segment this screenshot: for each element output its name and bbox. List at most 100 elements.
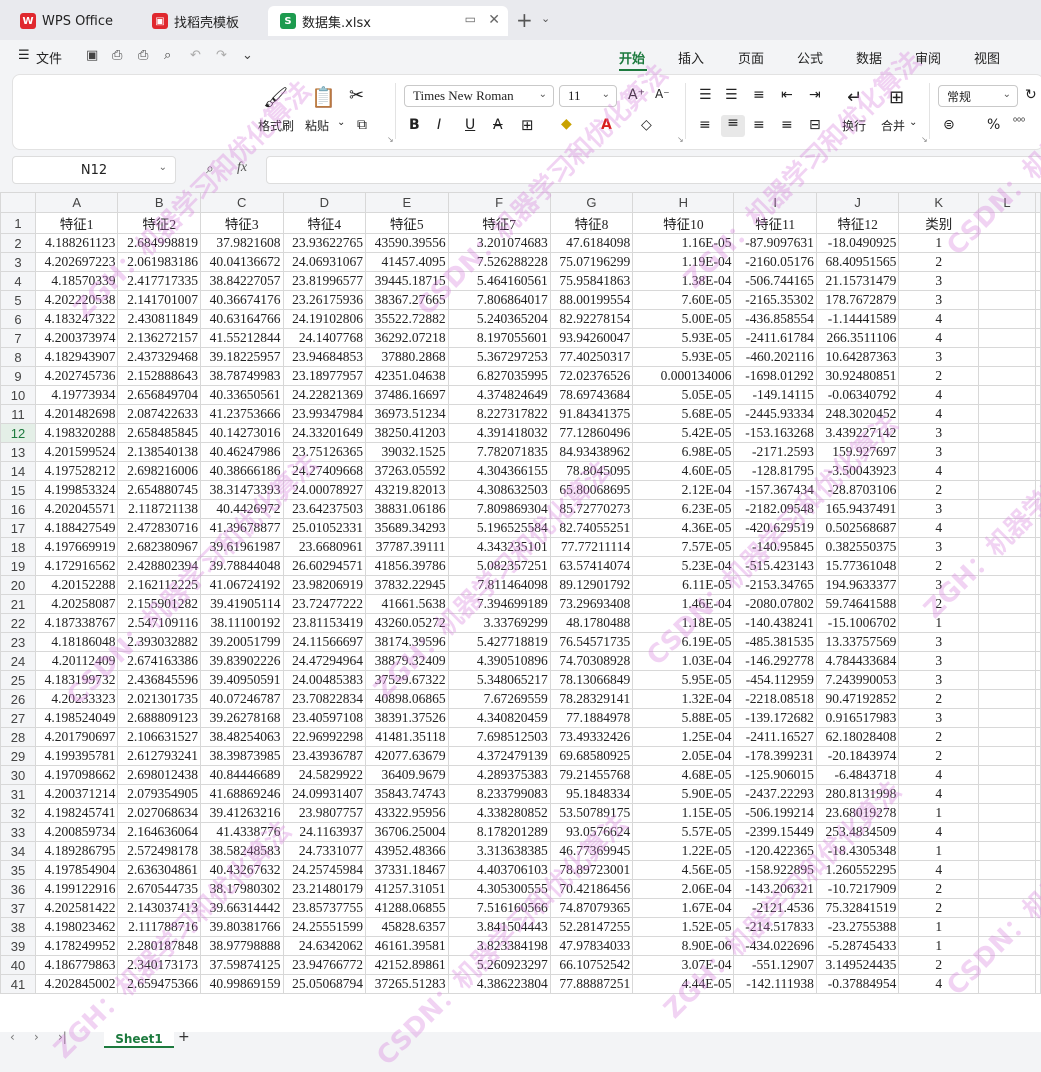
cell[interactable] [1035,499,1041,519]
cell[interactable]: 40.14273016 [199,423,284,443]
cell[interactable]: -125.906015 [733,765,817,785]
cell[interactable]: 24.00078927 [282,480,367,500]
cell[interactable]: 24.47294964 [282,651,367,671]
cell[interactable]: 24.06931067 [282,252,367,272]
cell[interactable] [1035,404,1041,424]
cell[interactable]: -2399.15449 [733,822,817,842]
cell[interactable]: -454.112959 [733,670,817,690]
row-header[interactable]: 11 [0,404,36,424]
cell[interactable]: 5.464160561 [447,271,551,291]
cell[interactable]: 4 [898,385,980,405]
zoom-icon[interactable]: ⌕ [206,161,214,177]
function-icon[interactable]: fx [237,160,247,176]
cell[interactable]: 23.81996577 [282,271,367,291]
cell[interactable]: 41.4338776 [199,822,284,842]
row-header[interactable]: 20 [0,575,36,595]
row-header[interactable]: 41 [0,974,36,994]
export-icon[interactable]: ⎙ [112,48,128,64]
cell[interactable]: 79.21455768 [549,765,634,785]
row-header[interactable]: 29 [0,746,36,766]
cell[interactable]: 2 [898,898,980,918]
cell[interactable]: 4.68E-05 [632,765,735,785]
cell[interactable] [1035,632,1041,652]
cell[interactable]: 23.99347984 [282,404,367,424]
row-header[interactable]: 18 [0,537,36,557]
cell[interactable]: 2 [898,366,980,386]
row-header[interactable]: 37 [0,898,36,918]
cell[interactable]: 72.02376526 [549,366,634,386]
cell[interactable] [1035,518,1041,538]
cell[interactable]: 3.33769299 [447,613,551,633]
cell[interactable]: 4 [898,765,980,785]
cell[interactable]: 4.178249952 [34,936,119,956]
cell[interactable]: 10.64287363 [815,347,900,367]
cell[interactable]: 7.516160566 [447,898,551,918]
cell[interactable]: 特征4 [282,212,367,234]
column-header[interactable]: B [117,192,201,213]
cell[interactable]: 24.11566697 [282,632,367,652]
cell[interactable]: 特征7 [447,212,551,234]
cell[interactable]: 4.386223804 [447,974,551,994]
cell[interactable]: 5.367297253 [447,347,551,367]
cell[interactable]: 4.60E-05 [632,461,735,481]
row-header[interactable]: 26 [0,689,36,709]
cell[interactable]: 43322.95956 [365,803,449,823]
cell[interactable]: 4 [898,328,980,348]
cell[interactable]: 2.136272157 [117,328,201,348]
cell[interactable]: -460.202116 [733,347,817,367]
cell[interactable]: -140.438241 [733,613,817,633]
cell[interactable]: 1.25E-04 [632,727,735,747]
cell[interactable]: 4.19773934 [34,385,119,405]
chevron-down-icon[interactable]: ⌄ [909,117,917,128]
cell[interactable] [978,271,1036,291]
cell[interactable]: -20.1843974 [815,746,900,766]
cell[interactable]: 4.20258087 [34,594,119,614]
cell[interactable] [978,765,1036,785]
bold-icon[interactable]: B [409,117,420,133]
row-header[interactable]: 25 [0,670,36,690]
format-painter-button[interactable]: 格式刷 [258,117,294,134]
cell[interactable]: 4.18570339 [34,271,119,291]
cell[interactable]: 40.43267632 [199,860,284,880]
cell[interactable]: 4.201482698 [34,404,119,424]
cell[interactable]: 2.143037413 [117,898,201,918]
row-header[interactable]: 2 [0,233,36,253]
cell[interactable]: 2.079354905 [117,784,201,804]
cell[interactable]: 23.93622765 [282,233,367,253]
cell[interactable] [1035,898,1041,918]
cell[interactable]: 4.784433684 [815,651,900,671]
cell[interactable]: 2.674163386 [117,651,201,671]
cell[interactable] [978,480,1036,500]
cell[interactable] [1035,613,1041,633]
cell[interactable] [978,290,1036,310]
cell[interactable]: 4.289375383 [447,765,551,785]
cell[interactable]: -146.292778 [733,651,817,671]
cell[interactable]: 4.197098662 [34,765,119,785]
cell[interactable]: 3 [898,347,980,367]
select-all-corner[interactable] [0,192,36,213]
cell[interactable]: 159.927697 [815,442,900,462]
cell[interactable]: 82.92278154 [549,309,634,329]
align-center-icon[interactable]: ≡ [721,115,745,137]
column-header[interactable]: E [365,192,449,213]
cell[interactable]: 2.141701007 [117,290,201,310]
cell[interactable]: 77.40250317 [549,347,634,367]
cell[interactable] [1035,252,1041,272]
row-header[interactable]: 10 [0,385,36,405]
cell[interactable]: -10.7217909 [815,879,900,899]
cell[interactable]: -139.172682 [733,708,817,728]
cell[interactable]: 40.63164766 [199,309,284,329]
dialog-launcher-icon[interactable]: ↘ [921,135,928,144]
cell[interactable]: 3.841504443 [447,917,551,937]
cell[interactable]: 2.682380967 [117,537,201,557]
cell[interactable]: 2.087422633 [117,404,201,424]
cell[interactable]: 23.26175936 [282,290,367,310]
cell[interactable]: 4.183199732 [34,670,119,690]
cell[interactable]: 77.88887251 [549,974,634,994]
tab-dataset[interactable]: S 数据集.xlsx ▭ ✕ [268,6,508,36]
cell[interactable]: 23.94684853 [282,347,367,367]
cell[interactable]: 1 [898,936,980,956]
cell[interactable] [1035,461,1041,481]
cell[interactable]: 4.183247322 [34,309,119,329]
cell[interactable]: 2.698012438 [117,765,201,785]
